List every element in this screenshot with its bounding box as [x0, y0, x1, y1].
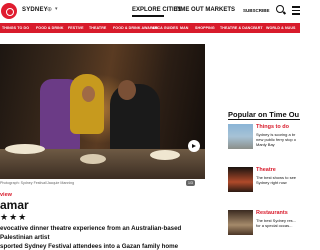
carousel-next-button[interactable]	[188, 140, 200, 152]
active-nav-underline	[132, 15, 164, 17]
popular-item[interactable]: Things to do Sydney is scoring a br new …	[228, 124, 300, 164]
thumbnail-image[interactable]	[228, 167, 253, 192]
popular-item-headline[interactable]: Sydney is scoring a br new public ferry …	[256, 132, 300, 147]
plate	[150, 150, 180, 160]
category-food-drink[interactable]: FOOD & DRINK	[36, 26, 64, 30]
subscribe-link[interactable]: SUBSCRIBE	[243, 8, 270, 13]
category-man[interactable]: MAN	[180, 26, 188, 30]
plate	[80, 154, 106, 164]
popular-item[interactable]: Theatre The best shows to see Sydney rig…	[228, 167, 300, 207]
popular-item[interactable]: Restaurants The best Sydney res... for a…	[228, 210, 300, 250]
woman-yellow-headscarf	[70, 74, 104, 134]
popular-heading: Popular on Time Ou	[228, 110, 300, 119]
category-world-nuus[interactable]: WORLD & NUUS	[266, 26, 296, 30]
image-counter: 1/3	[186, 180, 195, 186]
description-line: evocative dinner theatre experience from…	[0, 225, 182, 241]
category-theatre[interactable]: THEATRE	[89, 26, 106, 30]
description-line: sported Sydney Festival attendees into a…	[0, 243, 179, 250]
search-icon[interactable]	[276, 5, 284, 13]
popular-item-category[interactable]: Restaurants	[256, 210, 288, 216]
article-description: evocative dinner theatre experience from…	[0, 224, 210, 250]
hero-photo	[0, 44, 205, 179]
time-out-logo-icon[interactable]	[1, 3, 17, 19]
popular-item-category[interactable]: Things to do	[256, 124, 289, 130]
globe-icon[interactable]: ⊕	[47, 6, 52, 13]
thumbnail-image[interactable]	[228, 210, 253, 235]
woman-face	[82, 86, 95, 102]
category-nav-bar: THINGS TO DO FOOD & DRINK FESTIVE THEATR…	[0, 23, 300, 33]
photo-caption: Photograph: Sydney Festival/Jacquie Mann…	[0, 181, 75, 185]
article-title: amar	[0, 198, 29, 212]
top-header: SYDNEY ⊕ ▾ EXPLORE CITIES TIME OUT MARKE…	[0, 0, 300, 23]
category-shopping[interactable]: SHOPPING	[195, 26, 215, 30]
plate	[5, 144, 45, 154]
man-head	[118, 80, 136, 100]
chevron-down-icon[interactable]: ▾	[55, 6, 58, 12]
popular-item-category[interactable]: Theatre	[256, 167, 276, 173]
thumbnail-image[interactable]	[228, 124, 253, 149]
popular-item-headline[interactable]: The best Sydney res... for a special occ…	[256, 218, 300, 228]
hamburger-menu-icon[interactable]	[292, 6, 300, 17]
divider	[228, 119, 300, 120]
category-theatre-dance[interactable]: THEATRE & DANCE	[220, 26, 256, 30]
category-arca-guides[interactable]: ARCA GUIDES	[152, 26, 178, 30]
popular-item-headline[interactable]: The best shows to see Sydney right now	[256, 175, 300, 185]
rating-stars: ★★★	[0, 212, 28, 222]
city-selector[interactable]: SYDNEY	[22, 7, 48, 13]
category-festive[interactable]: FESTIVE	[68, 26, 84, 30]
nav-time-out-markets[interactable]: TIME OUT MARKETS	[175, 7, 235, 13]
category-things-to-do[interactable]: THINGS TO DO	[2, 26, 29, 30]
category-art[interactable]: ART	[255, 26, 263, 30]
